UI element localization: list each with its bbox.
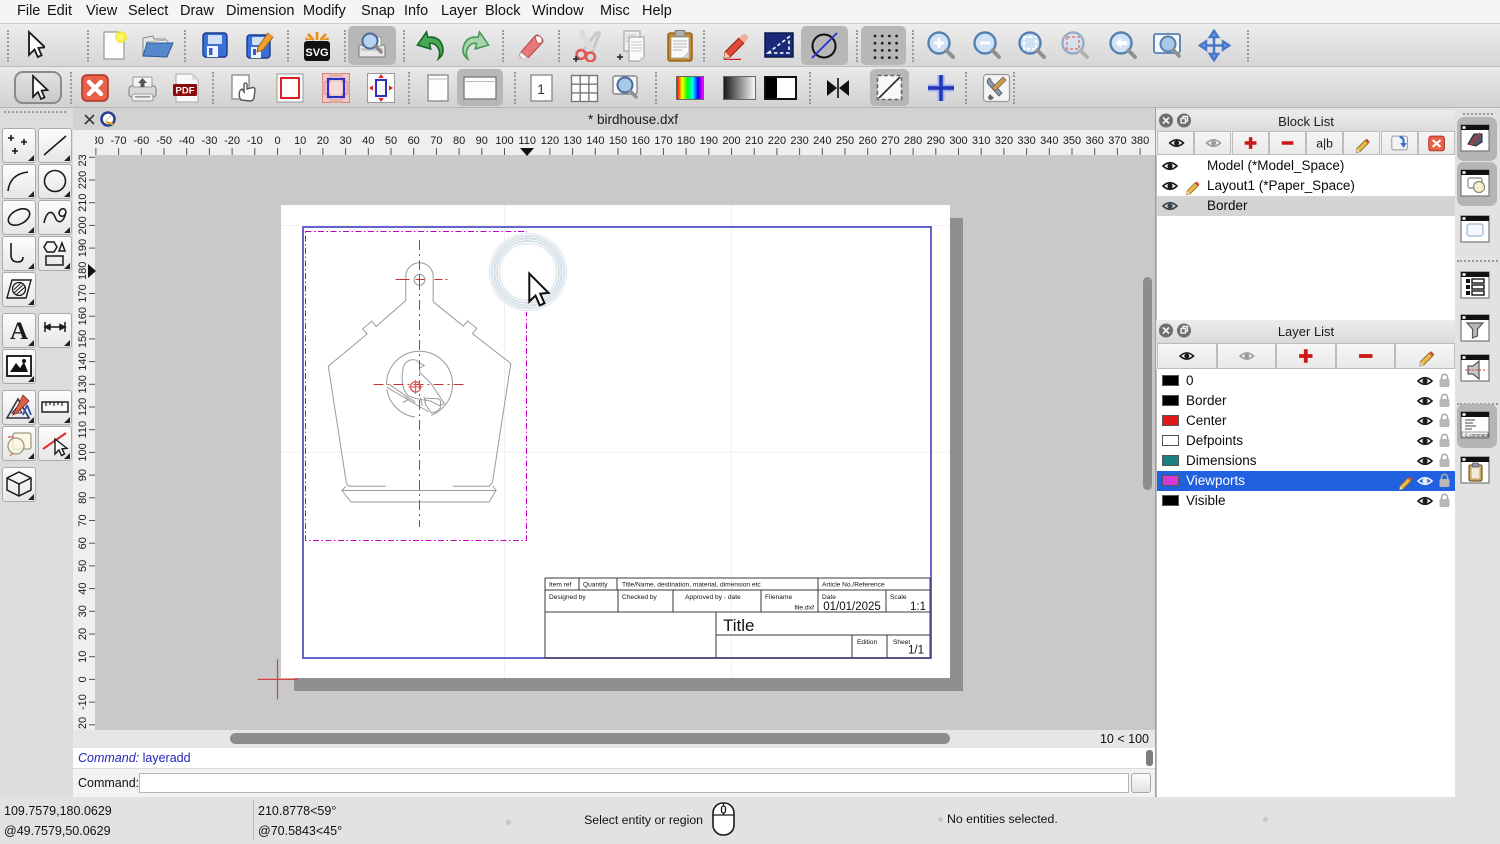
svg-text:190: 190 — [700, 135, 718, 147]
svg-text:110: 110 — [77, 421, 89, 439]
svg-text:300: 300 — [949, 135, 967, 147]
svg-text:-10: -10 — [247, 135, 263, 147]
svg-text:0: 0 — [274, 135, 280, 147]
svg-text:-60: -60 — [133, 135, 149, 147]
svg-text:Scale: Scale — [890, 594, 907, 601]
svg-text:240: 240 — [813, 135, 831, 147]
svg-text:Approved by - date: Approved by - date — [685, 594, 741, 601]
svg-text:290: 290 — [927, 135, 945, 147]
svg-text:210: 210 — [77, 194, 89, 212]
svg-text:80: 80 — [453, 135, 465, 147]
svg-text:10: 10 — [294, 135, 306, 147]
svg-text:310: 310 — [972, 135, 990, 147]
svg-text:180: 180 — [677, 135, 695, 147]
svg-text:SVG: SVG — [305, 47, 328, 59]
svg-text:-10: -10 — [77, 694, 89, 710]
svg-text:140: 140 — [77, 352, 89, 370]
svg-text:350: 350 — [1063, 135, 1081, 147]
svg-text:270: 270 — [881, 135, 899, 147]
svg-text:110: 110 — [518, 135, 536, 147]
svg-text:-20: -20 — [77, 717, 89, 730]
svg-text:130: 130 — [77, 375, 89, 393]
svg-text:200: 200 — [722, 135, 740, 147]
svg-text:160: 160 — [77, 307, 89, 325]
svg-text:60: 60 — [77, 537, 89, 549]
svg-text:380: 380 — [1131, 135, 1149, 147]
svg-text:220: 220 — [77, 171, 89, 189]
svg-text:50: 50 — [385, 135, 397, 147]
svg-text:50: 50 — [77, 560, 89, 572]
svg-text:130: 130 — [563, 135, 581, 147]
svg-text:170: 170 — [77, 284, 89, 302]
svg-text:40: 40 — [362, 135, 374, 147]
svg-text:70: 70 — [77, 514, 89, 526]
svg-text:30: 30 — [339, 135, 351, 147]
svg-text:0: 0 — [77, 676, 89, 682]
svg-text:70: 70 — [430, 135, 442, 147]
svg-text:1: 1 — [537, 81, 545, 97]
svg-text:90: 90 — [476, 135, 488, 147]
svg-text:230: 230 — [790, 135, 808, 147]
svg-text:90: 90 — [77, 469, 89, 481]
svg-text:Checked by: Checked by — [622, 594, 658, 601]
svg-text:360: 360 — [1086, 135, 1104, 147]
svg-text:150: 150 — [77, 330, 89, 348]
svg-text:30: 30 — [77, 605, 89, 617]
svg-text:340: 340 — [1040, 135, 1058, 147]
svg-text:210: 210 — [745, 135, 763, 147]
svg-text:370: 370 — [1108, 135, 1126, 147]
svg-text:320: 320 — [995, 135, 1013, 147]
svg-text:PDF: PDF — [176, 86, 195, 97]
svg-text:180: 180 — [77, 262, 89, 280]
svg-text:file.dxf: file.dxf — [794, 605, 814, 612]
svg-text:-30: -30 — [201, 135, 217, 147]
svg-text:a|b: a|b — [1316, 136, 1333, 150]
svg-text:Title/Name, destination, mater: Title/Name, destination, material, dimen… — [622, 582, 761, 589]
svg-text:Article No./Reference: Article No./Reference — [822, 582, 885, 589]
svg-text:1:1: 1:1 — [910, 601, 926, 613]
svg-text:170: 170 — [654, 135, 672, 147]
svg-text:200: 200 — [77, 216, 89, 234]
svg-text:1/1: 1/1 — [908, 645, 924, 657]
svg-text:250: 250 — [836, 135, 854, 147]
svg-text:280: 280 — [904, 135, 922, 147]
svg-text:120: 120 — [541, 135, 559, 147]
svg-text:150: 150 — [609, 135, 627, 147]
svg-text:160: 160 — [632, 135, 650, 147]
svg-text:60: 60 — [408, 135, 420, 147]
svg-text:140: 140 — [586, 135, 604, 147]
svg-text:10: 10 — [77, 651, 89, 663]
svg-text:220: 220 — [768, 135, 786, 147]
svg-text:-40: -40 — [179, 135, 195, 147]
svg-text:Item ref: Item ref — [549, 582, 572, 589]
svg-text:40: 40 — [77, 582, 89, 594]
svg-text:01/01/2025: 01/01/2025 — [823, 601, 881, 613]
svg-text:260: 260 — [859, 135, 877, 147]
svg-text:80: 80 — [77, 492, 89, 504]
svg-text:120: 120 — [77, 398, 89, 416]
svg-text:20: 20 — [317, 135, 329, 147]
svg-text:A: A — [10, 318, 28, 345]
svg-text:-70: -70 — [111, 135, 127, 147]
svg-text:Title: Title — [723, 616, 755, 635]
svg-text:20: 20 — [77, 628, 89, 640]
svg-text:330: 330 — [1017, 135, 1035, 147]
svg-text:190: 190 — [77, 239, 89, 257]
svg-text:100: 100 — [495, 135, 513, 147]
svg-text:100: 100 — [77, 443, 89, 461]
svg-text:Quantity: Quantity — [583, 582, 608, 589]
svg-text:C command: C command — [1465, 432, 1490, 437]
svg-text:Filename: Filename — [765, 594, 792, 601]
svg-text:Edition: Edition — [857, 639, 877, 646]
svg-text:-20: -20 — [224, 135, 240, 147]
svg-text:Designed by: Designed by — [549, 594, 586, 601]
svg-text:-50: -50 — [156, 135, 172, 147]
